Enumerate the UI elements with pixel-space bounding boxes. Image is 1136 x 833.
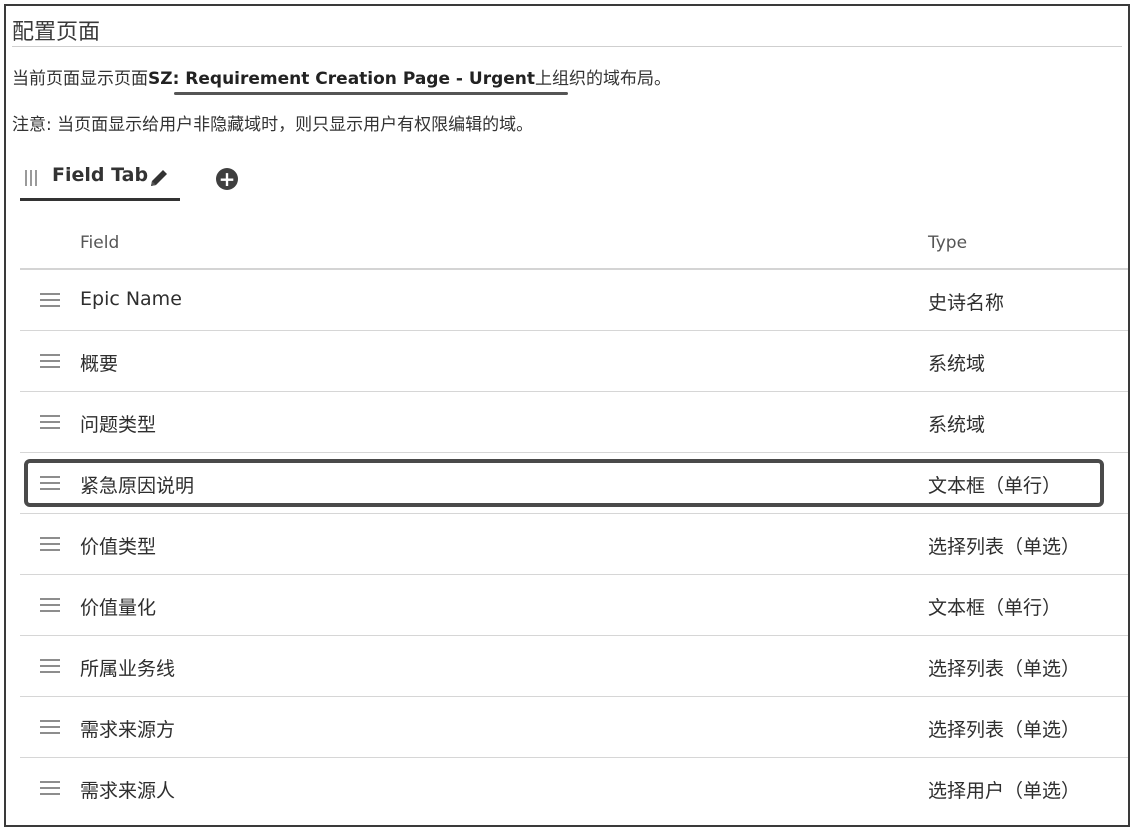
current-prefix: 当前页面显示页面 [12, 69, 148, 89]
field-type: 系统域 [928, 414, 986, 436]
table-row[interactable]: Epic Name 史诗名称 [20, 270, 1128, 331]
field-name: 需求来源方 [80, 719, 176, 741]
table-row[interactable]: 需求来源人 选择用户（单选） [20, 758, 1128, 819]
tab-field-tab[interactable]: Field Tab [20, 156, 180, 201]
field-type: 选择列表（单选） [928, 536, 1081, 558]
field-name: 需求来源人 [80, 780, 176, 802]
tab-bar: Field Tab + [20, 156, 420, 201]
field-name: 价值量化 [80, 597, 157, 619]
table-header: Field Type [20, 216, 1128, 270]
field-name: 概要 [80, 353, 119, 375]
table-row[interactable]: 价值量化 文本框（单行） [20, 575, 1128, 636]
field-type: 选择列表（单选） [928, 719, 1081, 741]
title-divider [12, 46, 1122, 47]
page-title: 配置页面 [12, 20, 101, 45]
table-row[interactable]: 需求来源方 选择列表（单选） [20, 697, 1128, 758]
drag-handle-icon[interactable] [40, 476, 60, 490]
field-name: 问题类型 [80, 414, 157, 436]
field-type: 史诗名称 [928, 292, 1005, 314]
table-row[interactable]: 价值类型 选择列表（单选） [20, 514, 1128, 575]
page-name: SZ: Requirement Creation Page - Urgent [148, 69, 536, 89]
field-type: 文本框（单行） [928, 597, 1062, 619]
table-row[interactable]: 问题类型 系统域 [20, 392, 1128, 453]
field-type: 文本框（单行） [928, 475, 1062, 497]
field-name: Epic Name [80, 288, 182, 310]
drag-handle-icon[interactable] [40, 598, 60, 612]
plus-circle-icon: + [218, 167, 236, 191]
field-table: Field Type Epic Name 史诗名称 概要 系统域 问题类型 系统… [20, 216, 1128, 819]
field-name: 紧急原因说明 [80, 475, 195, 497]
field-name: 所属业务线 [80, 658, 176, 680]
field-name: 价值类型 [80, 536, 157, 558]
page-name-underline [174, 92, 568, 95]
grip-vertical-icon[interactable] [24, 170, 40, 188]
field-type: 选择用户（单选） [928, 780, 1081, 802]
table-row[interactable]: 所属业务线 选择列表（单选） [20, 636, 1128, 697]
pencil-icon[interactable] [148, 167, 170, 189]
tab-label: Field Tab [52, 164, 149, 186]
drag-handle-icon[interactable] [40, 537, 60, 551]
table-row[interactable]: 概要 系统域 [20, 331, 1128, 392]
column-header-field: Field [80, 233, 120, 253]
add-tab-button[interactable]: + [216, 168, 238, 190]
drag-handle-icon[interactable] [40, 720, 60, 734]
drag-handle-icon[interactable] [40, 659, 60, 673]
config-page-panel: 配置页面 当前页面显示页面SZ: Requirement Creation Pa… [4, 4, 1130, 827]
drag-handle-icon[interactable] [40, 781, 60, 795]
current-page-description: 当前页面显示页面SZ: Requirement Creation Page - … [12, 64, 671, 89]
table-row-highlighted[interactable]: 紧急原因说明 文本框（单行） [20, 453, 1128, 514]
drag-handle-icon[interactable] [40, 354, 60, 368]
current-suffix: 上组织的域布局。 [535, 69, 672, 89]
permission-note: 注意: 当页面显示给用户非隐藏域时，则只显示用户有权限编辑的域。 [12, 115, 534, 135]
drag-handle-icon[interactable] [40, 293, 60, 307]
drag-handle-icon[interactable] [40, 415, 60, 429]
field-type: 选择列表（单选） [928, 658, 1081, 680]
field-type: 系统域 [928, 353, 986, 375]
column-header-type: Type [928, 233, 968, 253]
